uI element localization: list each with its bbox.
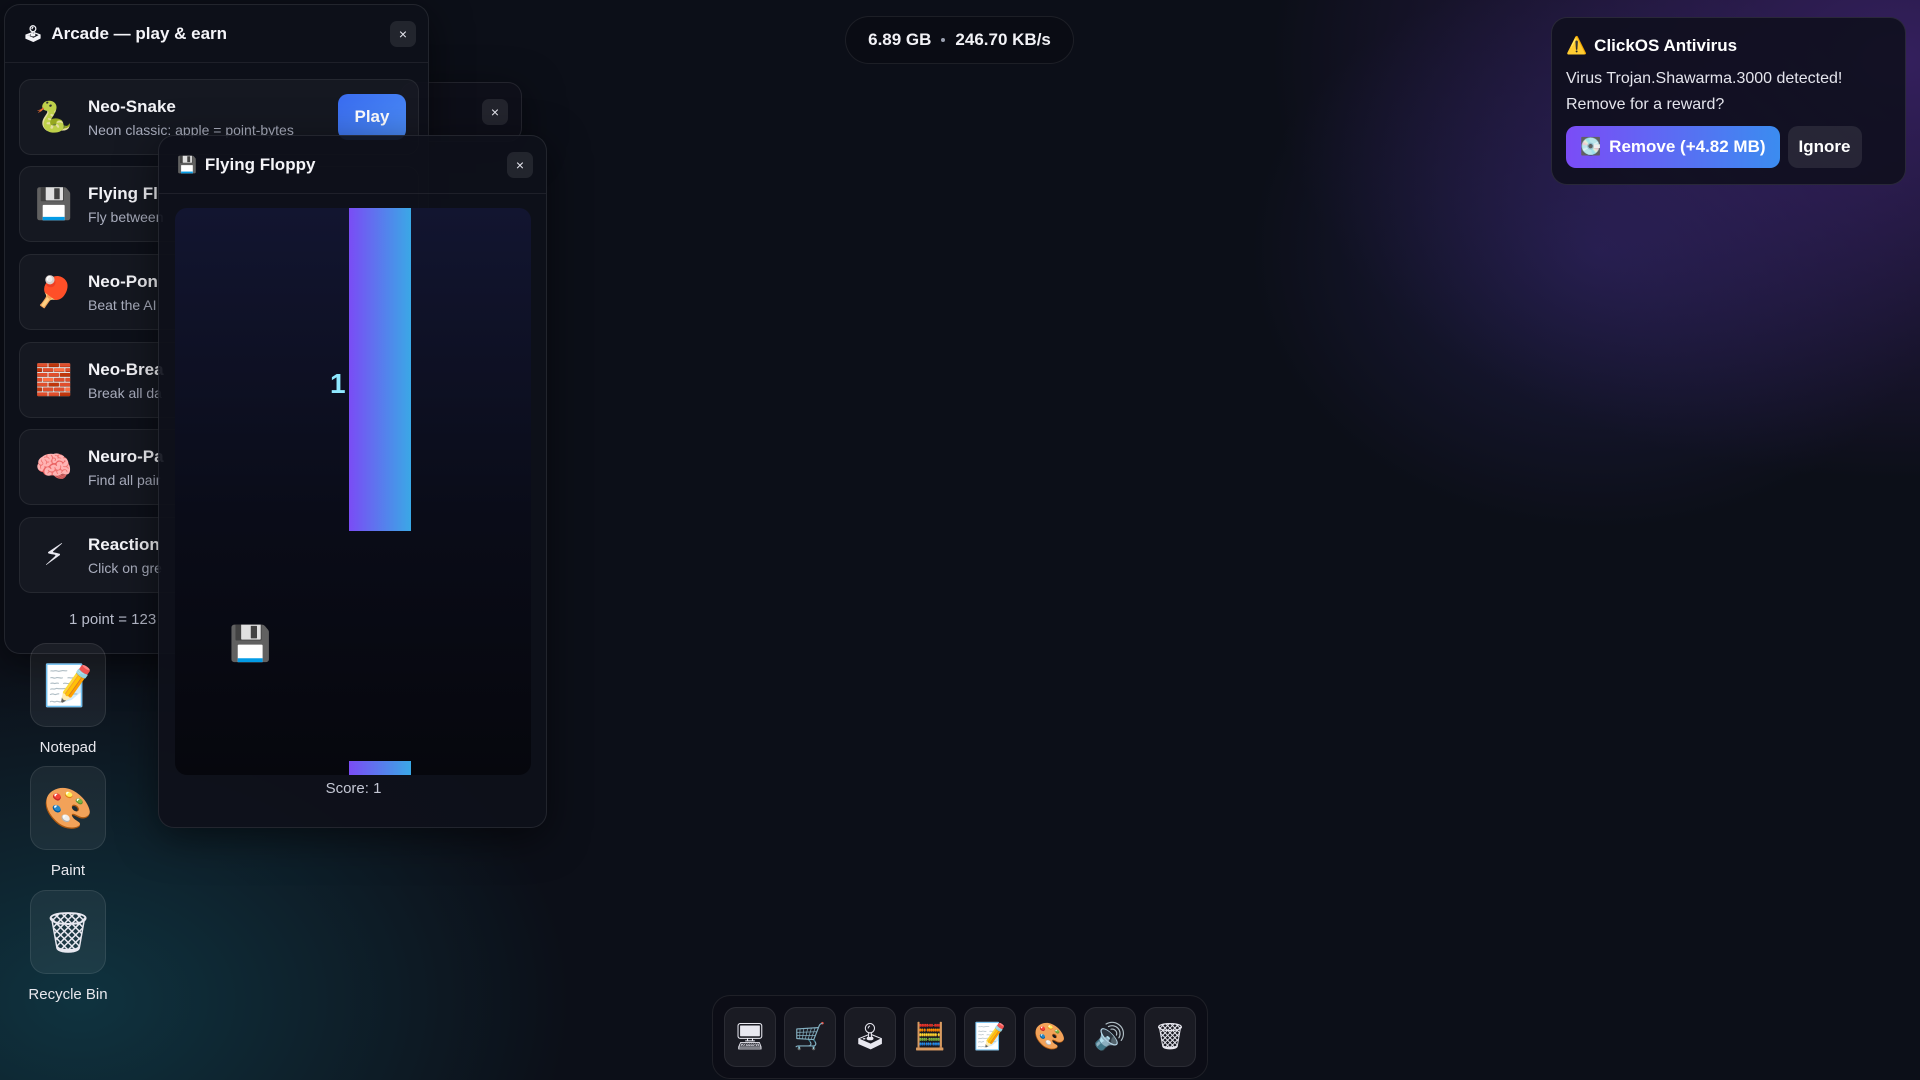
- taskbar-speaker-icon[interactable]: 🔊: [1084, 1007, 1136, 1067]
- brain-icon: 🧠: [35, 449, 73, 485]
- notepad-icon: 📝: [30, 643, 106, 727]
- trash-icon: 🗑: [30, 890, 106, 974]
- taskbar-palette-icon[interactable]: 🎨: [1024, 1007, 1076, 1067]
- taskbar: 🖥 🛒 🕹 🧮 📝 🎨 🔊 🗑: [712, 995, 1208, 1079]
- desktop-icon-label: Recycle Bin: [28, 986, 108, 1003]
- remove-virus-button[interactable]: 💽 Remove (+4.82 MB): [1566, 126, 1780, 168]
- taskbar-trash-icon[interactable]: 🗑: [1144, 1007, 1196, 1067]
- notification-title: ClickOS Antivirus: [1594, 36, 1738, 55]
- remove-virus-label: Remove (+4.82 MB): [1609, 137, 1766, 156]
- game-name: Neo-Snake: [88, 96, 176, 116]
- warning-icon: ⚠️: [1566, 36, 1588, 56]
- game-canvas[interactable]: 💾: [175, 208, 531, 775]
- desktop-icon-label: Notepad: [39, 739, 97, 756]
- floppy-player-sprite: 💾: [229, 624, 272, 664]
- taskbar-shopping-cart-icon[interactable]: 🛒: [784, 1007, 836, 1067]
- floppy-disk-icon: 💾: [177, 155, 197, 174]
- ignore-button[interactable]: Ignore: [1787, 126, 1862, 168]
- score-overlay: 1: [330, 368, 346, 399]
- flying-floppy-close-button[interactable]: ×: [507, 152, 533, 178]
- arcade-title-bar[interactable]: 🕹 Arcade — play & earn: [5, 5, 428, 63]
- bricks-icon: 🧱: [35, 362, 73, 398]
- arcade-close-button[interactable]: ×: [390, 21, 416, 47]
- palette-icon: 🎨: [30, 766, 106, 850]
- points-rate-note: 1 point = 123: [69, 611, 157, 628]
- antivirus-notification: ⚠️ ClickOS Antivirus Virus Trojan.Shawar…: [1551, 17, 1906, 185]
- arcade-title: Arcade — play & earn: [51, 23, 228, 43]
- desktop-icon-paint[interactable]: 🎨 Paint: [26, 766, 110, 879]
- desktop-icon-notepad[interactable]: 📝 Notepad: [26, 643, 110, 756]
- storage-value: 6.89 GB: [868, 30, 932, 49]
- top-pipe: [349, 208, 411, 531]
- ping-pong-icon: 🏓: [35, 274, 73, 310]
- flying-floppy-title: Flying Floppy: [204, 154, 316, 174]
- desktop-icon-label: Paint: [50, 862, 86, 879]
- desktop-icon-recycle-bin[interactable]: 🗑 Recycle Bin: [26, 890, 110, 1003]
- taskbar-joystick-icon[interactable]: 🕹: [844, 1007, 896, 1067]
- storage-speed-indicator: 6.89 GB 246.70 KB/s: [845, 16, 1074, 64]
- play-button[interactable]: Play: [338, 94, 406, 140]
- score-label: Score: 1: [325, 780, 382, 797]
- flying-floppy-title-bar[interactable]: 💾 Flying Floppy: [159, 136, 546, 194]
- taskbar-computer-icon[interactable]: 🖥: [724, 1007, 776, 1067]
- taskbar-notepad-icon[interactable]: 📝: [964, 1007, 1016, 1067]
- notification-message: Virus Trojan.Shawarma.3000 detected! Rem…: [1566, 70, 1843, 113]
- disk-icon: 💽: [1580, 137, 1602, 157]
- speed-value: 246.70 KB/s: [955, 30, 1051, 49]
- flying-floppy-window: 💾 Flying Floppy × 💾 1 Score: 1: [158, 135, 547, 828]
- separator-dot: [941, 38, 946, 42]
- bottom-pipe: [349, 761, 411, 775]
- joystick-icon: 🕹: [23, 24, 44, 43]
- snake-icon: 🐍: [35, 99, 73, 135]
- lightning-icon: ⚡: [43, 537, 65, 573]
- notification-header: ⚠️ ClickOS Antivirus: [1566, 36, 1891, 56]
- background-window-close-button[interactable]: ×: [482, 99, 508, 125]
- floppy-disk-icon: 💾: [35, 186, 73, 222]
- taskbar-abacus-icon[interactable]: 🧮: [904, 1007, 956, 1067]
